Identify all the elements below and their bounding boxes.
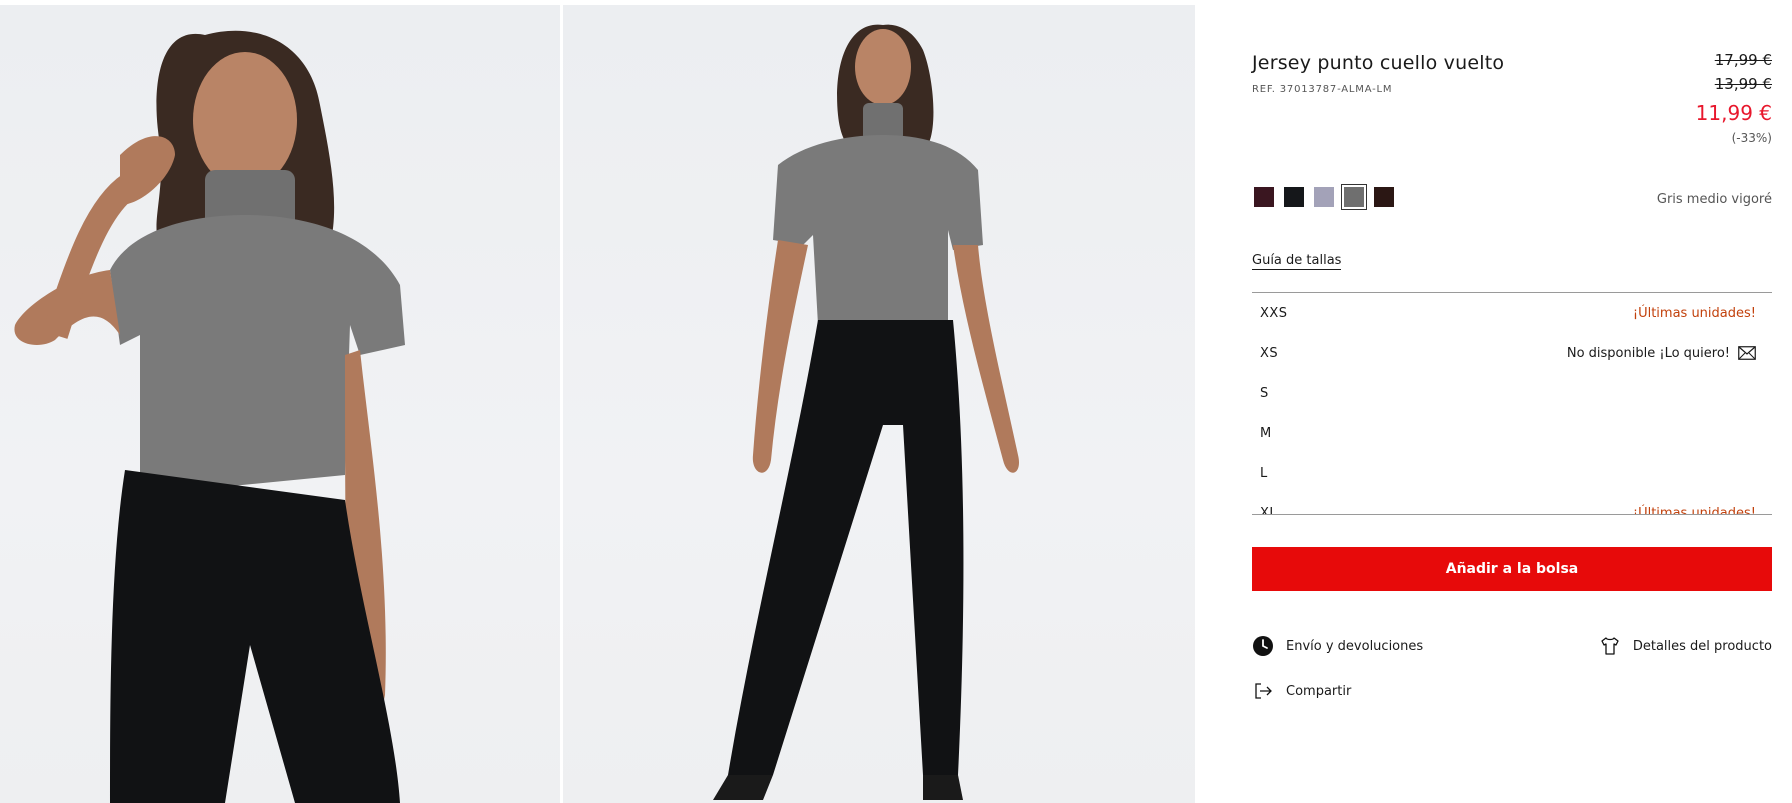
size-label: L <box>1260 465 1268 481</box>
product-image-2[interactable] <box>563 5 1195 803</box>
notify-availability[interactable]: No disponible ¡Lo quiero! <box>1567 346 1756 361</box>
product-title: Jersey punto cuello vuelto <box>1252 52 1505 74</box>
product-reference: REF. 37013787-ALMA-LM <box>1252 84 1393 95</box>
size-option-xxs[interactable]: XXS ¡Últimas unidades! <box>1252 293 1772 333</box>
stock-status: No disponible ¡Lo quiero! <box>1566 345 1730 361</box>
shipping-returns-link[interactable]: Envío y devoluciones <box>1252 635 1423 657</box>
share-label: Compartir <box>1286 683 1352 699</box>
size-label: XXS <box>1260 305 1288 321</box>
selected-color-name: Gris medio vigoré <box>1656 192 1772 207</box>
model-fullbody-image <box>713 24 1020 800</box>
size-option-s[interactable]: S <box>1252 373 1772 413</box>
product-details-label: Detalles del producto <box>1632 638 1772 654</box>
color-swatch-grey[interactable] <box>1341 184 1367 210</box>
product-image-1[interactable] <box>0 5 560 803</box>
size-option-m[interactable]: M <box>1252 413 1772 453</box>
size-label: M <box>1260 425 1272 441</box>
product-details-link[interactable]: Detalles del producto <box>1599 635 1772 657</box>
color-swatch-black[interactable] <box>1284 187 1304 207</box>
size-option-xl[interactable]: XL ¡Últimas unidades! <box>1252 493 1772 515</box>
stock-status: ¡Últimas unidades! <box>1632 305 1756 321</box>
share-link[interactable]: Compartir <box>1252 680 1351 702</box>
size-label: XL <box>1260 505 1278 515</box>
color-swatches <box>1254 184 1394 210</box>
size-label: XS <box>1260 345 1279 361</box>
add-to-bag-button[interactable]: Añadir a la bolsa <box>1252 547 1772 591</box>
product-info-panel: Jersey punto cuello vuelto REF. 37013787… <box>1252 0 1772 803</box>
model-closeup-image <box>14 30 405 803</box>
size-option-l[interactable]: L <box>1252 453 1772 493</box>
share-icon <box>1255 683 1272 699</box>
clock-icon <box>1253 636 1273 656</box>
shipping-returns-label: Envío y devoluciones <box>1286 638 1424 654</box>
current-price: 11,99 € <box>1695 101 1772 125</box>
size-option-xs[interactable]: XS No disponible ¡Lo quiero! <box>1252 333 1772 373</box>
color-swatch-burgundy[interactable] <box>1254 187 1274 207</box>
product-gallery <box>0 0 1195 803</box>
size-label: S <box>1260 385 1269 401</box>
color-swatch-lavender-grey[interactable] <box>1314 187 1334 207</box>
discount-badge: (-33%) <box>1731 131 1772 145</box>
size-guide-link[interactable]: Guía de tallas <box>1252 253 1342 270</box>
tshirt-icon <box>1601 637 1619 655</box>
price-block: 17,99 € 13,99 € 11,99 € (-33%) <box>1696 48 1772 148</box>
envelope-icon <box>1738 346 1756 360</box>
stock-status: ¡Últimas unidades! <box>1632 505 1756 515</box>
original-price: 17,99 € <box>1714 51 1772 69</box>
size-list[interactable]: XXS ¡Últimas unidades! XS No disponible … <box>1252 292 1772 515</box>
previous-price: 13,99 € <box>1714 75 1772 93</box>
color-swatch-dark-brown[interactable] <box>1374 187 1394 207</box>
